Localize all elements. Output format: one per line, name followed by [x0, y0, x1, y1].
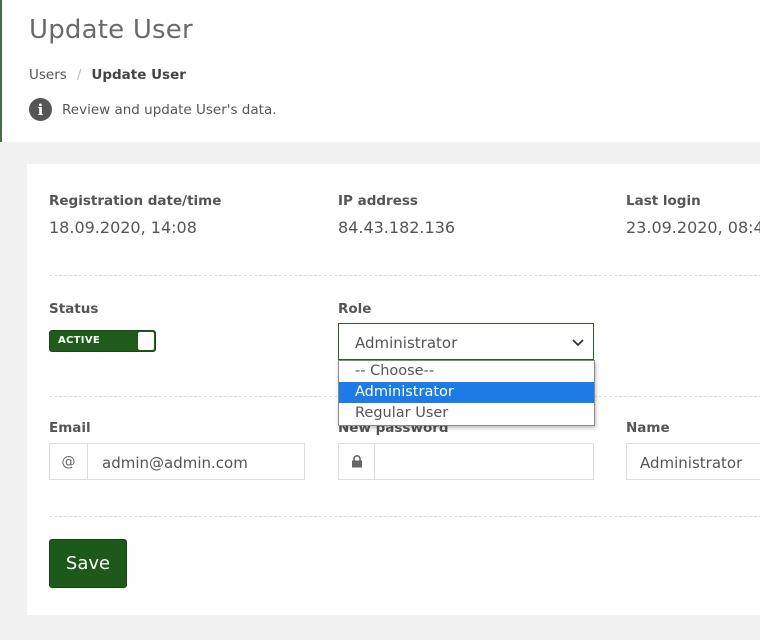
- email-field[interactable]: @ admin@admin.com: [49, 443, 305, 480]
- page-title: Update User: [29, 15, 193, 45]
- last-login-value: 23.09.2020, 08:44: [626, 218, 760, 237]
- role-dropdown-list: -- Choose-- Administrator Regular User: [338, 360, 595, 426]
- divider: [49, 275, 760, 276]
- registration-label: Registration date/time: [49, 193, 222, 209]
- name-label: Name: [626, 420, 670, 436]
- email-input-value: admin@admin.com: [102, 454, 248, 472]
- user-form-card: Registration date/time 18.09.2020, 14:08…: [27, 164, 760, 615]
- role-option-choose[interactable]: -- Choose--: [339, 361, 594, 382]
- role-label: Role: [338, 301, 372, 317]
- name-field[interactable]: Administrator: [626, 443, 760, 480]
- page-header: Update User Users / Update User i Review a…: [0, 0, 760, 142]
- ip-label: IP address: [338, 193, 418, 209]
- breadcrumb-users-link[interactable]: Users: [29, 67, 67, 83]
- breadcrumb: Users / Update User: [29, 67, 186, 83]
- ip-value: 84.43.182.136: [338, 218, 456, 237]
- at-sign-icon: @: [50, 444, 88, 479]
- chevron-down-icon: [572, 339, 584, 347]
- role-select[interactable]: Administrator: [338, 323, 594, 360]
- status-label: Status: [49, 301, 99, 317]
- registration-value: 18.09.2020, 14:08: [49, 218, 197, 237]
- info-message: i Review and update User's data.: [29, 98, 277, 121]
- password-field[interactable]: [338, 443, 594, 480]
- email-label: Email: [49, 420, 91, 436]
- status-toggle-text: ACTIVE: [58, 335, 100, 346]
- info-icon: i: [29, 98, 52, 121]
- status-toggle[interactable]: ACTIVE: [49, 330, 156, 352]
- name-input-value: Administrator: [640, 454, 743, 472]
- divider: [49, 516, 760, 517]
- toggle-knob: [138, 332, 154, 350]
- role-option-administrator[interactable]: Administrator: [339, 382, 594, 403]
- info-text: Review and update User's data.: [62, 101, 277, 118]
- save-button[interactable]: Save: [49, 539, 127, 588]
- breadcrumb-separator: /: [76, 67, 82, 83]
- last-login-label: Last login: [626, 193, 701, 209]
- breadcrumb-current: Update User: [91, 67, 186, 83]
- lock-icon: [339, 444, 375, 479]
- role-selected-value: Administrator: [355, 334, 458, 352]
- role-option-regular-user[interactable]: Regular User: [339, 403, 594, 424]
